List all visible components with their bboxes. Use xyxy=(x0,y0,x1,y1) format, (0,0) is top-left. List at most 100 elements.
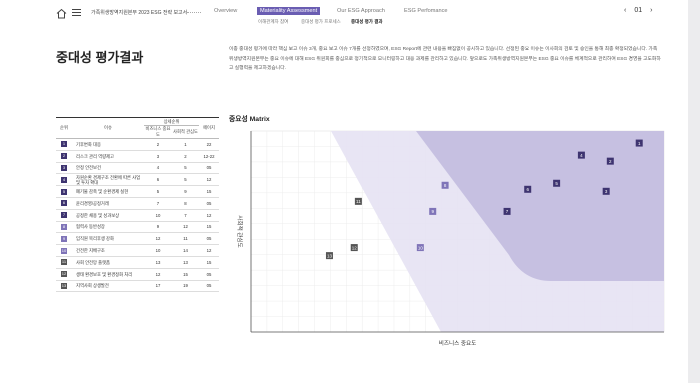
issue-name: 지역사회 상생발전 xyxy=(72,280,144,293)
business-rank: 12 xyxy=(144,232,172,246)
table-row: 8 협력사 동반성장 9 12 15 xyxy=(56,221,219,234)
business-rank: 13 xyxy=(144,256,172,269)
rank-badge: 11 xyxy=(61,259,67,266)
rank-badge: 13 xyxy=(61,282,67,289)
matrix-title: 중요성 Matrix xyxy=(229,116,270,123)
home-icon[interactable] xyxy=(56,8,67,19)
rank-badge: 8 xyxy=(61,223,67,230)
pager: ‹ 01 › xyxy=(620,7,656,14)
issue-name: 사회 안전망 플랫폼 xyxy=(72,256,144,269)
rank-cell: 13 xyxy=(56,280,72,293)
rank-badge: 6 xyxy=(61,200,67,207)
business-rank: 6 xyxy=(144,173,172,187)
rank-cell: 5 xyxy=(56,185,72,198)
issue-name: 윤리경영/공정거래 xyxy=(72,197,144,210)
issue-name: 기후변화 대응 xyxy=(72,138,144,151)
scrollbar[interactable] xyxy=(688,0,700,383)
table-row: 11 사회 안전망 플랫폼 13 13 15 xyxy=(56,256,219,269)
page-ref: 05 xyxy=(199,268,219,281)
page: 가족위생방역지원본부 2023 ESG 전략 보고서 Overview Mate… xyxy=(0,0,688,383)
page-title: 중대성 평가결과 xyxy=(56,50,144,65)
table-row: 5 폐기물 감축 및 순환경제 실현 5 9 15 xyxy=(56,185,219,198)
tab-materiality-assessment[interactable]: Materiality Assessment xyxy=(257,7,321,15)
business-rank: 9 xyxy=(144,221,172,234)
issue-marker-label: 11 xyxy=(356,199,361,204)
col-rank: 순위 xyxy=(56,117,72,139)
rank-cell: 11 xyxy=(56,256,72,269)
page-ref: 15 xyxy=(199,256,219,269)
menu-icon[interactable] xyxy=(72,9,81,17)
table-row: 3 안정 안전보건 4 5 05 xyxy=(56,162,219,175)
issue-name: 공정한 채용 및 성과보상 xyxy=(72,209,144,222)
col-social: 사회적 관심도 xyxy=(172,125,199,139)
issue-name: 안정 안전보건 xyxy=(72,162,144,175)
rank-badge: 5 xyxy=(61,188,67,195)
table-row: 7 공정한 채용 및 성과보상 10 7 12 xyxy=(56,209,219,222)
intro-text: 이종 중대성 평가에 따라 핵심 보고 이슈 3개, 중요 보고 이슈 7개를 … xyxy=(229,47,661,71)
subtab-stakeholder[interactable]: 이해관계자 참여 xyxy=(258,19,288,25)
tab-esg-performance[interactable]: ESG Perfomance xyxy=(404,8,448,14)
business-rank: 10 xyxy=(144,209,172,222)
divider xyxy=(187,12,201,13)
business-rank: 10 xyxy=(144,244,172,257)
issue-marker-label: 12 xyxy=(352,245,358,250)
rank-cell: 7 xyxy=(56,209,72,222)
table-row: 6 윤리경영/공정거래 7 8 05 xyxy=(56,197,219,210)
page-ref: 15 xyxy=(199,185,219,198)
social-rank: 8 xyxy=(172,197,199,210)
table-row: 4 자원순환 경제구조 전환에 따른 사업 및 투자 확대 6 5 12 xyxy=(56,173,219,187)
issue-marker-label: 10 xyxy=(418,245,424,250)
social-rank: 11 xyxy=(172,232,199,246)
rank-badge: 3 xyxy=(61,164,67,171)
rank-cell: 2 xyxy=(56,150,72,163)
page-ref: 12 xyxy=(199,173,219,187)
business-rank: 4 xyxy=(144,162,172,175)
y-axis-label: 사회적 관심도 xyxy=(236,215,244,247)
subtab-process[interactable]: 중대성 평가 프로세스 xyxy=(301,19,341,25)
business-rank: 2 xyxy=(144,138,172,151)
rank-badge: 7 xyxy=(61,212,67,219)
rank-badge: 9 xyxy=(61,235,67,242)
rank-badge: 10 xyxy=(61,247,67,254)
rank-cell: 6 xyxy=(56,197,72,210)
rank-cell: 12 xyxy=(56,268,72,281)
prev-chevron-icon[interactable]: ‹ xyxy=(624,7,626,14)
rank-cell: 10 xyxy=(56,244,72,257)
issue-name: 리스크 관리 역량제고 xyxy=(72,150,144,163)
table-row: 12 생태 환경보호 및 환경정화 처리 12 15 05 xyxy=(56,268,219,281)
issue-name: 폐기물 감축 및 순환경제 실현 xyxy=(72,185,144,198)
tab-overview[interactable]: Overview xyxy=(214,8,237,14)
issue-table: 순위 이슈 상세순위 페이지 비즈니스 중요도 사회적 관심도 1 기후변화 대응… xyxy=(56,117,219,293)
page-number: 01 xyxy=(634,7,643,14)
col-page: 페이지 xyxy=(199,117,219,139)
table-row: 2 리스크 관리 역량제고 3 2 12-22 xyxy=(56,150,219,163)
page-ref: 05 xyxy=(199,162,219,175)
table-row: 10 건전한 지배구조 10 14 12 xyxy=(56,244,219,257)
rank-cell: 1 xyxy=(56,138,72,151)
page-ref: 12 xyxy=(199,209,219,222)
social-rank: 2 xyxy=(172,150,199,163)
business-rank: 5 xyxy=(144,185,172,198)
social-rank: 5 xyxy=(172,173,199,187)
social-rank: 5 xyxy=(172,162,199,175)
rank-cell: 8 xyxy=(56,221,72,234)
rank-cell: 4 xyxy=(56,173,72,187)
rank-badge: 4 xyxy=(61,176,67,183)
table-row: 13 지역사회 상생발전 17 19 05 xyxy=(56,280,219,293)
col-issue: 이슈 xyxy=(72,117,144,139)
x-axis-label: 비즈니스 중요도 xyxy=(439,339,477,347)
issue-marker-label: 13 xyxy=(327,253,333,258)
issue-name: 임직원 복리후생 강화 xyxy=(72,232,144,246)
page-ref: 22 xyxy=(199,138,219,151)
rank-cell: 3 xyxy=(56,162,72,175)
report-title: 가족위생방역지원본부 2023 ESG 전략 보고서 xyxy=(91,10,188,16)
col-business: 비즈니스 중요도 xyxy=(144,125,172,139)
issue-name: 자원순환 경제구조 전환에 따른 사업 및 투자 확대 xyxy=(72,173,144,187)
page-ref: 05 xyxy=(199,280,219,293)
subtab-result[interactable]: 중대성 평가 결과 xyxy=(351,19,382,25)
top-nav: 가족위생방역지원본부 2023 ESG 전략 보고서 Overview Mate… xyxy=(0,0,688,34)
next-chevron-icon[interactable]: › xyxy=(650,7,652,14)
page-ref: 12 xyxy=(199,244,219,257)
issue-name: 건전한 지배구조 xyxy=(72,244,144,257)
tab-esg-approach[interactable]: Our ESG Approach xyxy=(337,8,385,14)
